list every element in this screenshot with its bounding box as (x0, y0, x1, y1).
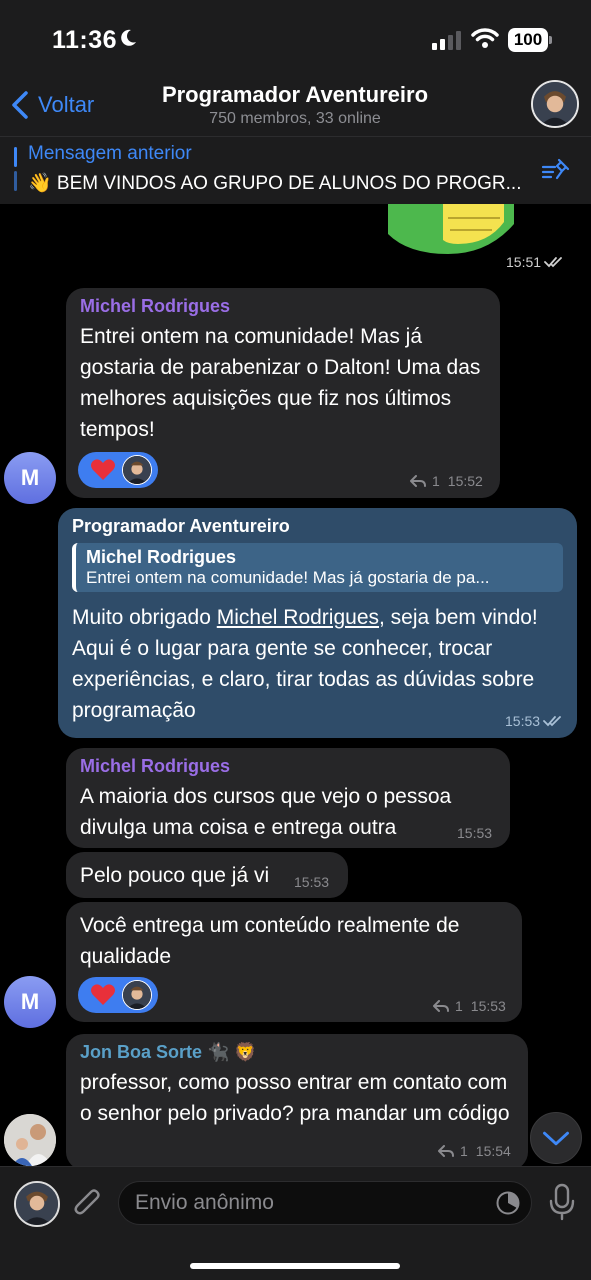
pinned-title: Mensagem anterior (28, 143, 192, 164)
message-time: 15:53 (457, 825, 493, 841)
signal-icon (432, 31, 461, 50)
person-avatar-icon (16, 1183, 58, 1225)
reply-icon (433, 1000, 449, 1012)
reply-icon (410, 475, 426, 487)
person-photo-icon (4, 1114, 56, 1166)
pinned-list-icon[interactable] (541, 157, 571, 183)
heart-reaction-icon (91, 984, 115, 1005)
quoted-reply[interactable]: Michel Rodrigues Entrei ontem na comunid… (72, 543, 563, 592)
person-avatar-icon (123, 981, 151, 1009)
reactions-pill[interactable] (78, 452, 158, 488)
user-avatar[interactable]: M (4, 976, 56, 1028)
status-bar: 11:36 100 (0, 0, 591, 80)
person-avatar-icon (123, 456, 151, 484)
quoted-sender: Michel Rodrigues (86, 547, 237, 567)
message-text: Você entrega um conteúdo realmente de qu… (80, 914, 460, 968)
message-time: 15:53 (505, 713, 541, 729)
sender-name[interactable]: Programador Aventureiro (72, 516, 563, 537)
chat-title-area[interactable]: Programador Aventureiro 750 membros, 33 … (130, 80, 460, 128)
group-avatar[interactable] (531, 80, 579, 128)
message-text: Entrei ontem na comunidade! Mas já gosta… (80, 325, 481, 441)
message-meta: 15:53 (294, 874, 329, 890)
paperclip-icon[interactable] (72, 1185, 104, 1221)
message-meta: 15:53 (457, 825, 492, 841)
back-label: Voltar (38, 92, 95, 117)
reactor-avatar (122, 980, 152, 1010)
home-indicator (190, 1263, 400, 1269)
reply-count[interactable]: 1 (432, 473, 440, 489)
message-time: 15:53 (470, 998, 506, 1014)
message-time: 15:53 (294, 874, 330, 890)
reactor-avatar (122, 455, 152, 485)
person-avatar-icon (533, 82, 577, 126)
wifi-icon (471, 28, 499, 48)
back-button[interactable]: Voltar (10, 88, 94, 122)
message-bubble[interactable]: Michel Rodrigues A maioria dos cursos qu… (66, 748, 510, 848)
chevron-down-icon (543, 1131, 569, 1146)
scroll-to-bottom-button[interactable] (530, 1112, 582, 1164)
message-time: 15:52 (447, 473, 483, 489)
sender-name[interactable]: Jon Boa Sorte 🐈‍⬛ 🦁 (80, 1042, 514, 1063)
battery-indicator: 100 (508, 28, 552, 52)
timer-icon[interactable] (495, 1190, 521, 1216)
message-meta: 15:51 (506, 254, 564, 270)
sender-name[interactable]: Michel Rodrigues (80, 296, 486, 317)
pinned-message-bar[interactable]: Mensagem anterior 👋 BEM VINDOS AO GRUPO … (0, 136, 591, 204)
message-time: 15:54 (475, 1143, 511, 1159)
battery-level: 100 (508, 28, 548, 52)
message-text: A maioria dos cursos que vejo o pessoa d… (80, 785, 452, 839)
message-text: professor, como posso entrar em contato … (80, 1071, 510, 1125)
reactions-pill[interactable] (78, 977, 158, 1013)
message-list[interactable]: 15:51 Michel Rodrigues Entrei ontem na c… (0, 204, 591, 1166)
sender-name[interactable]: Michel Rodrigues (80, 756, 496, 777)
chat-header: Voltar Programador Aventureiro 750 membr… (0, 80, 591, 136)
reply-count[interactable]: 1 (460, 1143, 468, 1159)
battery-nub (549, 36, 552, 44)
chevron-left-icon (12, 91, 28, 119)
double-check-icon (544, 257, 562, 268)
message-meta: 1 15:54 (438, 1143, 511, 1159)
status-time: 11:36 (52, 26, 118, 54)
message-text: Muito obrigado Michel Rodrigues, seja be… (72, 602, 563, 726)
message-meta: 1 15:53 (433, 998, 506, 1014)
reply-icon (438, 1145, 454, 1157)
moon-icon (121, 29, 136, 46)
message-meta: 15:53 (505, 713, 563, 729)
pinned-indicator-secondary (14, 171, 17, 191)
message-bubble-outgoing[interactable]: Programador Aventureiro Michel Rodrigues… (58, 508, 577, 738)
heart-reaction-icon (91, 459, 115, 480)
message-input[interactable] (135, 1182, 475, 1224)
sticker-image[interactable] (388, 204, 514, 254)
double-check-icon (543, 716, 561, 727)
message-meta: 1 15:52 (410, 473, 483, 489)
quoted-text: Entrei ontem na comunidade! Mas já gosta… (86, 568, 490, 587)
user-avatar-photo[interactable] (4, 1114, 56, 1166)
pinned-indicator (14, 147, 17, 167)
reply-count[interactable]: 1 (455, 998, 463, 1014)
chat-subtitle: 750 membros, 33 online (209, 110, 381, 127)
message-field[interactable] (118, 1181, 532, 1225)
composer-bar (0, 1166, 591, 1280)
chat-title: Programador Aventureiro (161, 82, 429, 107)
message-time: 15:51 (506, 254, 542, 270)
message-text-start: Muito obrigado (72, 606, 217, 629)
pinned-text: 👋 BEM VINDOS AO GRUPO DE ALUNOS DO PROGR… (28, 173, 522, 194)
send-as-avatar[interactable] (14, 1181, 60, 1227)
user-mention-link[interactable]: Michel Rodrigues (217, 606, 379, 629)
microphone-icon[interactable] (548, 1183, 576, 1221)
user-avatar[interactable]: M (4, 452, 56, 504)
